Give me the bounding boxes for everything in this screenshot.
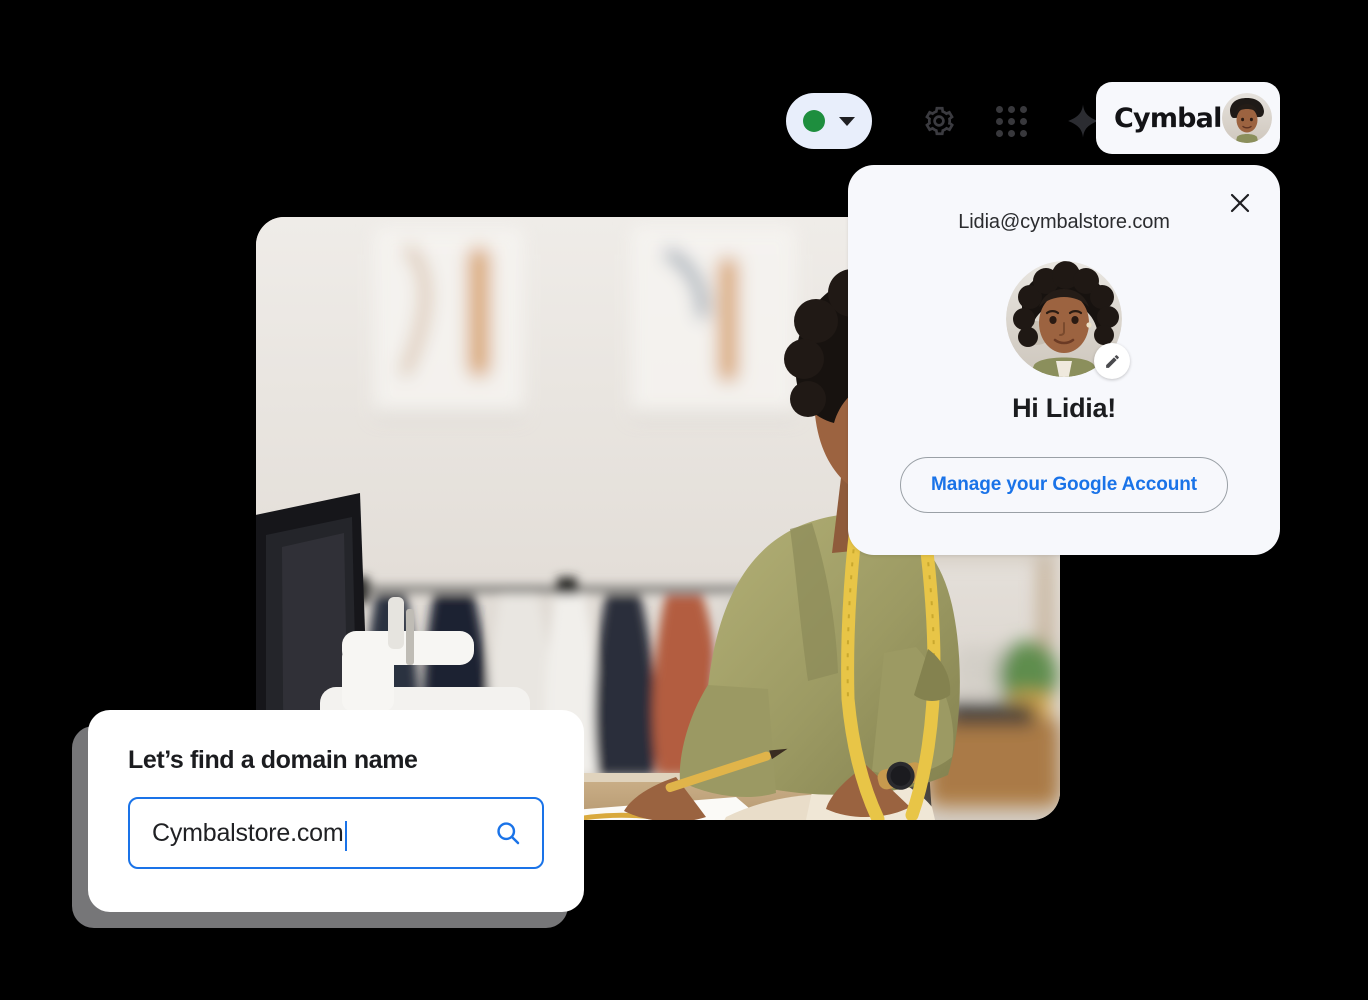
- domain-search-value: Cymbalstore.com: [152, 818, 344, 847]
- chevron-down-icon: [839, 116, 855, 126]
- apps-grid-dots: [995, 105, 1027, 137]
- status-dot-icon: [803, 110, 825, 132]
- account-avatar-wrap: [1006, 261, 1130, 379]
- search-icon[interactable]: [488, 813, 528, 853]
- account-greeting: Hi Lidia!: [1012, 393, 1116, 423]
- edit-pencil-icon[interactable]: [1094, 343, 1130, 379]
- account-email: Lidia@cymbalstore.com: [958, 211, 1170, 233]
- avatar[interactable]: [1221, 93, 1272, 143]
- screen-root: Cymbal Lidia@cymbalstore.com Hi Lidia! M…: [0, 0, 1368, 1000]
- apps-grid-icon[interactable]: [982, 92, 1040, 150]
- domain-search-input[interactable]: Cymbalstore.com: [128, 797, 544, 869]
- account-popup-card: Lidia@cymbalstore.com Hi Lidia! Manage y…: [848, 165, 1280, 555]
- brand-name-label: Cymbal: [1114, 102, 1222, 134]
- top-toolbar: [786, 86, 1112, 156]
- status-indicator-pill[interactable]: [786, 93, 872, 149]
- manage-google-account-button[interactable]: Manage your Google Account: [900, 457, 1228, 513]
- brand-chip[interactable]: Cymbal: [1096, 82, 1280, 154]
- avatar-image: [1221, 93, 1272, 143]
- domain-search-title: Let’s find a domain name: [128, 746, 418, 774]
- text-cursor: [344, 821, 347, 851]
- domain-search-card: Let’s find a domain name Cymbalstore.com: [88, 710, 584, 912]
- settings-icon[interactable]: [910, 92, 968, 150]
